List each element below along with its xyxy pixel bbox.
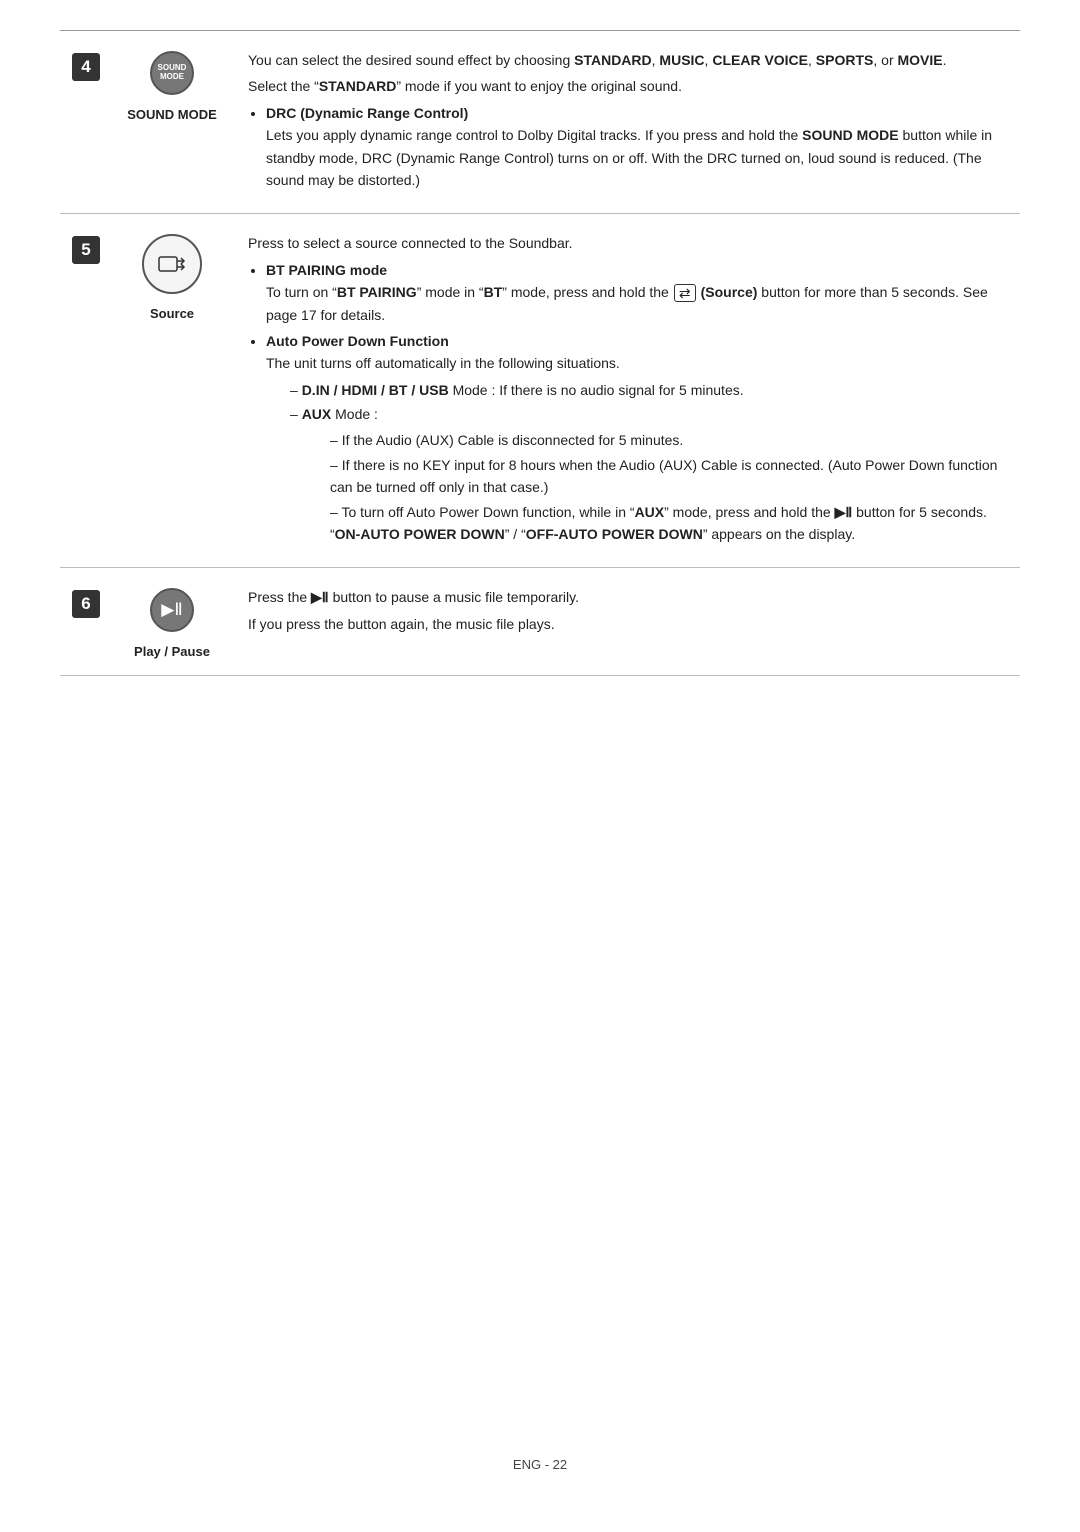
row-number: 4: [72, 53, 100, 81]
icon-cell: Source: [112, 214, 232, 567]
page-footer: ENG - 22: [60, 1417, 1020, 1472]
row-number-cell: 6: [60, 568, 112, 675]
page-number: ENG - 22: [513, 1457, 567, 1472]
row-number: 5: [72, 236, 100, 264]
table-row: 4 SOUNDMODE SOUND MODE You can select the d…: [60, 31, 1020, 214]
sound-mode-icon: SOUNDMODE: [150, 51, 194, 95]
icon-cell: ▶Ⅱ Play / Pause: [112, 568, 232, 675]
row-number: 6: [72, 590, 100, 618]
row-number-cell: 4: [60, 31, 112, 213]
table-row: 5 Source Press to select a source connect…: [60, 214, 1020, 568]
table-row: 6 ▶Ⅱ Play / Pause Press the ▶Ⅱ button to pa…: [60, 568, 1020, 676]
content-cell: Press to select a source connected to th…: [232, 214, 1020, 567]
icon-label: Play / Pause: [134, 644, 210, 659]
icon-label: SOUND MODE: [127, 107, 217, 122]
content-cell: Press the ▶Ⅱ button to pause a music fil…: [232, 568, 1020, 675]
content-table: 4 SOUNDMODE SOUND MODE You can select the d…: [60, 30, 1020, 676]
row-number-cell: 5: [60, 214, 112, 567]
icon-cell: SOUNDMODE SOUND MODE: [112, 31, 232, 213]
source-icon: [142, 234, 202, 294]
icon-label: Source: [150, 306, 194, 321]
content-cell: You can select the desired sound effect …: [232, 31, 1020, 213]
play-pause-icon: ▶Ⅱ: [150, 588, 194, 632]
source-svg: [157, 249, 187, 279]
